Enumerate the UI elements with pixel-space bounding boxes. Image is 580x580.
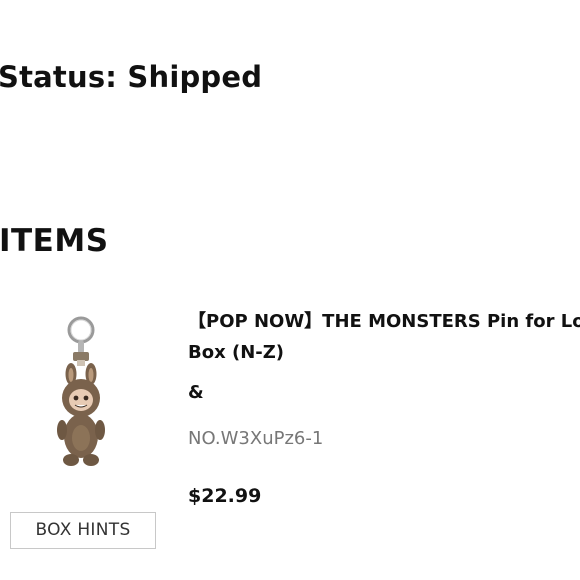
item-title-line-1: 【POP NOW】THE MONSTERS Pin for Lo bbox=[188, 311, 580, 332]
order-status-label: Status: Shipped bbox=[0, 60, 263, 94]
item-price: $22.99 bbox=[188, 485, 262, 507]
item-title[interactable]: 【POP NOW】THE MONSTERS Pin for Lo Box (N-… bbox=[188, 306, 580, 368]
monster-plush-keychain-icon bbox=[57, 316, 105, 466]
item-variant-separator: & bbox=[188, 382, 204, 403]
items-section-heading: ITEMS bbox=[0, 223, 109, 259]
order-details-page: Status: Shipped ITEMS 【POP NOW】THE MONST… bbox=[0, 0, 580, 580]
item-thumbnail[interactable] bbox=[40, 312, 122, 472]
box-hints-button[interactable]: BOX HINTS bbox=[10, 512, 156, 549]
item-title-line-2: Box (N-Z) bbox=[188, 342, 285, 363]
item-sku: NO.W3XuPz6-1 bbox=[188, 428, 324, 449]
